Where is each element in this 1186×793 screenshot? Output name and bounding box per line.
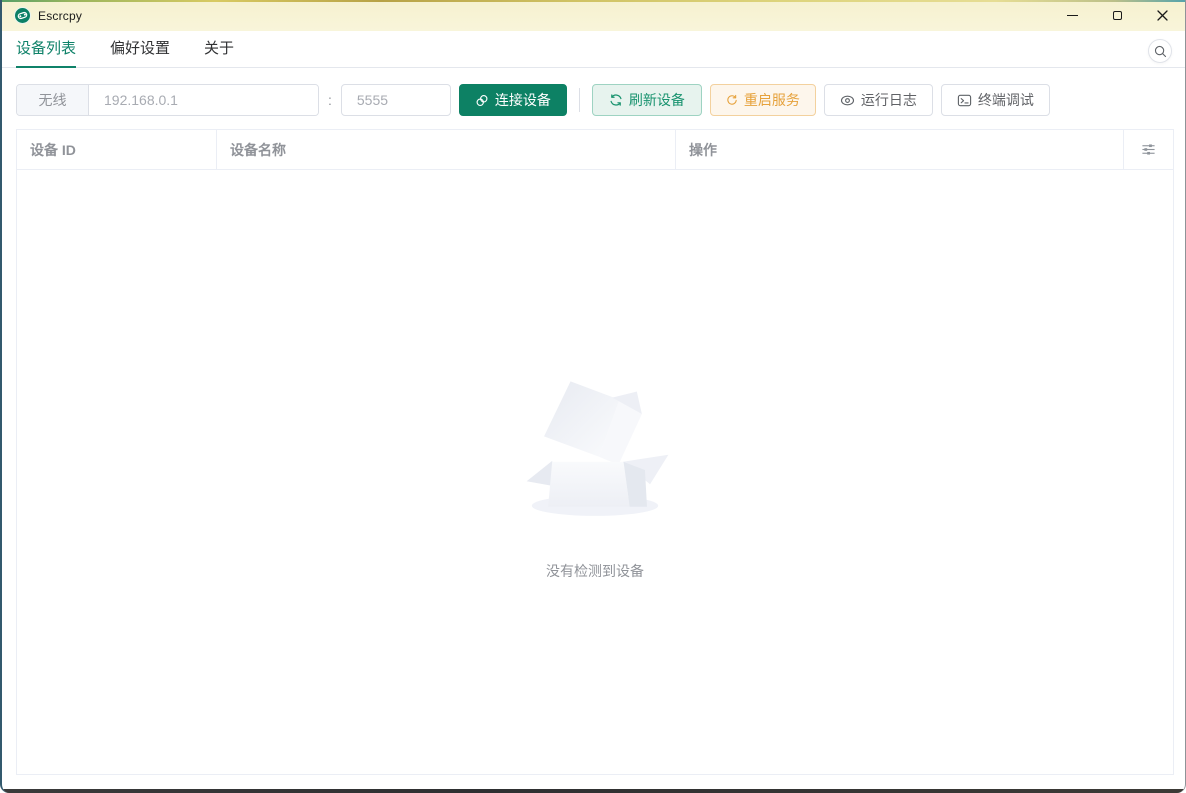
terminal-icon — [957, 94, 972, 106]
close-button[interactable] — [1140, 0, 1185, 31]
connect-device-label: 连接设备 — [494, 92, 551, 108]
escrcpy-window: Escrcpy 设备列表 偏好设置 关于 无线 : — [0, 0, 1186, 793]
toolbar-divider — [578, 88, 580, 112]
wireless-address-group: 无线 — [16, 84, 319, 116]
device-table: 设备 ID 设备名称 操作 没有检测到设备 — [16, 129, 1174, 775]
restart-service-label: 重启服务 — [743, 92, 800, 108]
refresh-devices-label: 刷新设备 — [628, 92, 685, 108]
wireless-label[interactable]: 无线 — [17, 85, 89, 115]
close-icon — [1157, 10, 1168, 21]
port-separator: : — [328, 92, 332, 108]
port-input[interactable] — [340, 84, 451, 116]
window-top-edge — [2, 0, 1185, 2]
terminal-debug-label: 终端调试 — [977, 92, 1034, 108]
ip-address-input[interactable] — [89, 85, 318, 115]
tab-device-list[interactable]: 设备列表 — [16, 31, 77, 68]
window-title: Escrcpy — [38, 8, 83, 23]
connection-toolbar: 无线 : 连接设备 刷新设备 — [16, 84, 1171, 116]
column-operations: 操作 — [676, 130, 1124, 170]
empty-state-text: 没有检测到设备 — [546, 563, 644, 579]
titlebar[interactable]: Escrcpy — [2, 0, 1185, 31]
column-device-id: 设备 ID — [17, 130, 217, 170]
tab-about[interactable]: 关于 — [204, 31, 234, 68]
terminal-debug-button[interactable]: 终端调试 — [940, 84, 1050, 116]
column-settings-cell[interactable] — [1124, 130, 1173, 170]
app-logo-icon — [14, 7, 31, 24]
connect-device-button[interactable]: 连接设备 — [458, 84, 567, 116]
refresh-devices-button[interactable]: 刷新设备 — [591, 84, 702, 116]
minimize-icon — [1067, 15, 1078, 16]
empty-box-illustration — [526, 381, 669, 516]
restart-service-button[interactable]: 重启服务 — [709, 84, 816, 116]
tab-preferences[interactable]: 偏好设置 — [110, 31, 170, 68]
column-filter-icon — [1142, 144, 1155, 155]
restart-icon — [727, 94, 737, 105]
tabbar: 设备列表 偏好设置 关于 — [2, 31, 1185, 68]
column-device-name: 设备名称 — [217, 130, 676, 170]
maximize-icon — [1113, 11, 1122, 20]
run-logs-button[interactable]: 运行日志 — [823, 84, 933, 116]
eye-icon — [840, 95, 854, 105]
device-table-header: 设备 ID 设备名称 操作 — [17, 130, 1173, 170]
link-icon — [476, 94, 488, 106]
maximize-button[interactable] — [1095, 0, 1140, 31]
search-button[interactable] — [1148, 39, 1172, 63]
window-bottom-edge — [2, 789, 1185, 793]
window-controls — [1050, 0, 1185, 31]
search-icon — [1154, 45, 1166, 57]
run-logs-label: 运行日志 — [860, 92, 917, 108]
refresh-icon — [610, 94, 622, 106]
device-table-body: 没有检测到设备 — [17, 170, 1173, 774]
minimize-button[interactable] — [1050, 0, 1095, 31]
